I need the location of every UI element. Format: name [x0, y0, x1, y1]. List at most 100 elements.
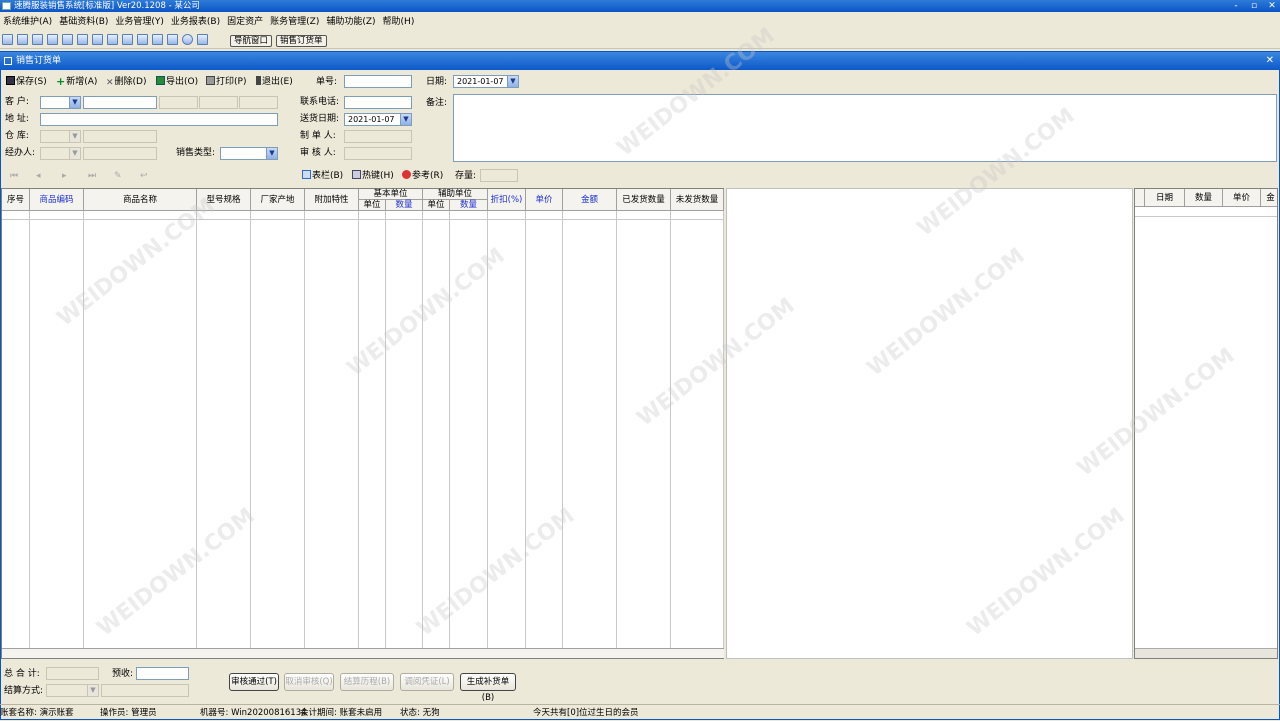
document-close-button[interactable]: ✕ — [1266, 52, 1274, 70]
menu-accounts[interactable]: 账务管理(Z) — [267, 14, 323, 31]
col-seq[interactable]: 序号 — [2, 189, 30, 211]
address-input[interactable] — [40, 113, 278, 126]
chevron-down-icon[interactable]: ▼ — [69, 148, 80, 159]
toolbar-icon-5[interactable] — [62, 34, 73, 45]
settle-select[interactable]: ▼ — [46, 684, 99, 697]
col-base-qty[interactable]: 数量 — [386, 200, 423, 211]
edit-record-icon[interactable]: ✎ — [114, 170, 122, 182]
exit-icon[interactable] — [197, 34, 208, 45]
chevron-down-icon[interactable]: ▼ — [400, 114, 411, 125]
col-item-code[interactable]: 商品编码 — [30, 189, 84, 211]
menu-business[interactable]: 业务管理(Y) — [112, 14, 168, 31]
col-base-unit[interactable]: 单位 — [359, 200, 386, 211]
warehouse-select[interactable]: ▼ — [40, 130, 81, 143]
sales-order-button[interactable]: 销售订货单 — [276, 35, 327, 47]
col-extra[interactable]: 附加特性 — [305, 189, 359, 211]
col-model[interactable]: 型号规格 — [197, 189, 251, 211]
col-aux-qty[interactable]: 数量 — [450, 200, 488, 211]
col-amount[interactable]: 金额 — [563, 189, 617, 211]
prev-record-icon[interactable]: ◂ — [36, 170, 41, 182]
col-origin[interactable]: 厂家产地 — [251, 189, 305, 211]
app-icon — [2, 2, 11, 10]
customer-name-input[interactable] — [83, 96, 157, 109]
menu-fixed-assets[interactable]: 固定资产 — [224, 14, 267, 31]
print-icon[interactable] — [167, 34, 178, 45]
history-col-date[interactable]: 日期 — [1145, 189, 1185, 207]
history-grid[interactable]: 日期 数量 单价 金 — [1134, 188, 1278, 659]
toolbar-icon-4[interactable] — [47, 34, 58, 45]
col-unshipped-qty[interactable]: 未发货数量 — [671, 189, 724, 211]
history-col-qty[interactable]: 数量 — [1185, 189, 1223, 207]
col-shipped-qty[interactable]: 已发货数量 — [617, 189, 671, 211]
toolbar-icon-1[interactable] — [2, 34, 13, 45]
save-disk-icon[interactable] — [152, 34, 163, 45]
help-icon[interactable] — [182, 34, 193, 45]
menu-basic-data[interactable]: 基础资料(B) — [56, 14, 112, 31]
history-scrollbar[interactable] — [1135, 648, 1277, 658]
menu-aux[interactable]: 辅助功能(Z) — [323, 14, 379, 31]
settle-history-button[interactable]: 结算历程(B) — [340, 673, 394, 691]
menu-reports[interactable]: 业务报表(B) — [168, 14, 224, 31]
toolbar-icon-10[interactable] — [137, 34, 148, 45]
export-button[interactable]: 导出(O) — [154, 75, 198, 89]
col-discount[interactable]: 折扣(%) — [488, 189, 526, 211]
toolbar-icon-9[interactable] — [122, 34, 133, 45]
menu-help[interactable]: 帮助(H) — [380, 14, 419, 31]
menu-system[interactable]: 系统维护(A) — [0, 14, 56, 31]
chevron-down-icon[interactable]: ▼ — [507, 76, 518, 87]
columns-button[interactable]: 表栏(B) — [300, 169, 343, 183]
columns-label: 表栏(B) — [312, 171, 344, 181]
toolbar-icon-3[interactable] — [32, 34, 43, 45]
history-row[interactable] — [1135, 207, 1277, 217]
nav-window-button[interactable]: 导航窗口 — [230, 35, 273, 47]
next-record-icon[interactable]: ▸ — [62, 170, 67, 182]
order-no-input[interactable] — [344, 75, 412, 88]
phone-input[interactable] — [344, 96, 412, 109]
close-button[interactable]: ✕ — [1266, 1, 1278, 11]
last-record-icon[interactable]: ⏭ — [88, 170, 96, 182]
delivery-date-value: 2021-01-07 — [348, 115, 395, 124]
history-col-amount[interactable]: 金 — [1261, 189, 1277, 207]
delete-button[interactable]: ✕删除(D) — [104, 75, 147, 89]
view-voucher-button[interactable]: 调阅凭证(L) — [400, 673, 454, 691]
date-picker[interactable]: 2021-01-07 ▼ — [453, 75, 519, 88]
col-aux-unit[interactable]: 单位 — [423, 200, 450, 211]
remark-textarea[interactable] — [453, 94, 1277, 162]
new-button[interactable]: +新增(A) — [54, 75, 97, 89]
detail-pane — [726, 188, 1133, 659]
toolbar-icon-8[interactable] — [107, 34, 118, 45]
toolbar-icon-2[interactable] — [17, 34, 28, 45]
chevron-down-icon[interactable]: ▼ — [69, 131, 80, 142]
handler-name — [83, 147, 157, 160]
handler-select[interactable]: ▼ — [40, 147, 81, 160]
chevron-down-icon[interactable]: ▼ — [87, 685, 98, 696]
col-item-name[interactable]: 商品名称 — [84, 189, 197, 211]
prepaid-input[interactable] — [136, 667, 189, 680]
chevron-down-icon[interactable]: ▼ — [69, 97, 80, 108]
generate-replenish-button[interactable]: 生成补货单(B) — [460, 673, 516, 703]
customer-select[interactable]: ▼ — [40, 96, 81, 109]
chevron-down-icon[interactable]: ▼ — [266, 148, 277, 159]
maximize-button[interactable]: ▫ — [1248, 1, 1260, 11]
exit-button[interactable]: 退出(E) — [254, 75, 293, 89]
hotkey-button[interactable]: 热键(H) — [350, 169, 394, 183]
cancel-approve-button[interactable]: 取消审核(Q) — [284, 673, 334, 691]
toolbar-icon-6[interactable] — [77, 34, 88, 45]
sales-type-select[interactable]: ▼ — [220, 147, 278, 160]
hotkey-label: 热键(H) — [362, 171, 394, 181]
undo-icon[interactable]: ↩ — [140, 170, 148, 182]
save-button[interactable]: 保存(S) — [4, 75, 47, 89]
toolbar-icon-7[interactable] — [92, 34, 103, 45]
printer-icon — [206, 76, 215, 85]
minimize-button[interactable]: - — [1230, 1, 1242, 11]
delivery-date-picker[interactable]: 2021-01-07 ▼ — [344, 113, 412, 126]
reference-button[interactable]: 参考(R) — [400, 169, 443, 183]
status-account: 账套名称: 演示账套 — [0, 708, 74, 718]
col-unit-price[interactable]: 单价 — [526, 189, 563, 211]
approve-button[interactable]: 审核通过(T) — [229, 673, 279, 691]
print-button[interactable]: 打印(P) — [204, 75, 246, 89]
warehouse-name — [83, 130, 157, 143]
first-record-icon[interactable]: ⏮ — [10, 170, 18, 182]
history-col-price[interactable]: 单价 — [1223, 189, 1261, 207]
order-lines-grid[interactable]: 序号 商品编码 商品名称 型号规格 厂家产地 附加特性 基本单位 单位 数量 辅… — [1, 188, 724, 659]
